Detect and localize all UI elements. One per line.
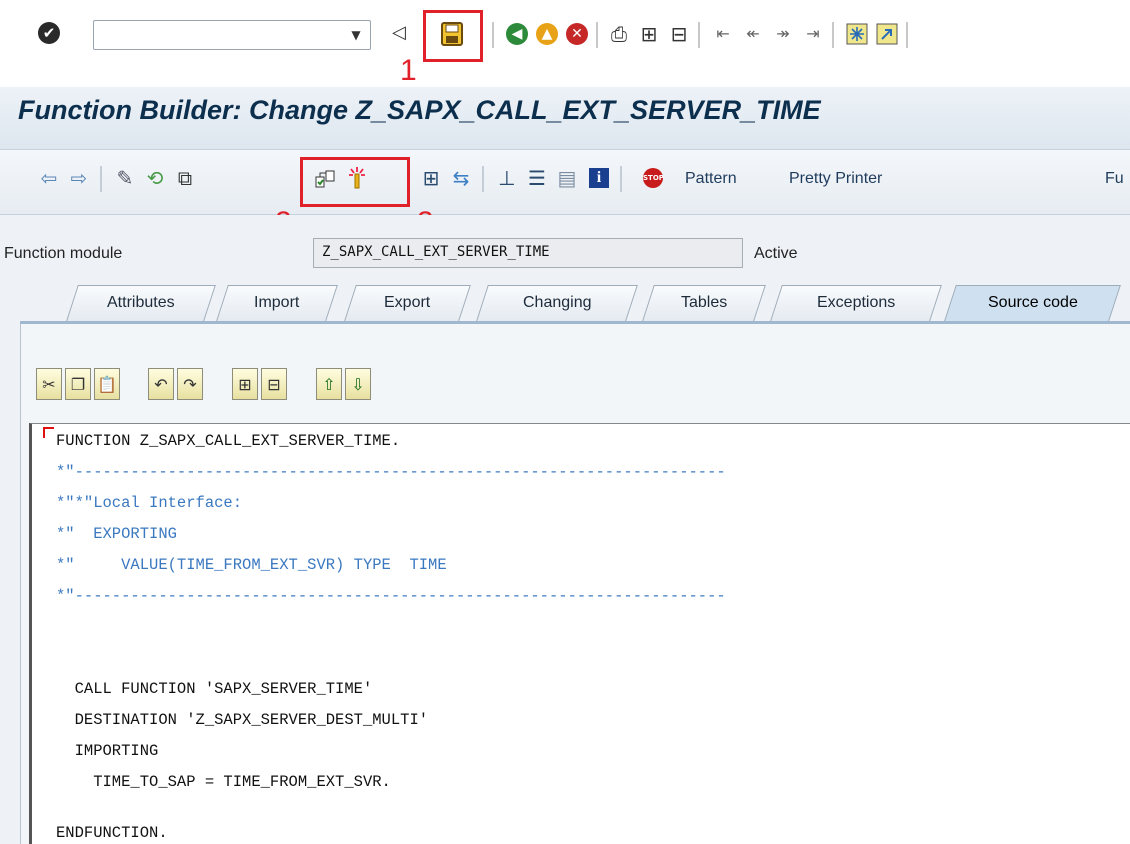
- display-change-icon[interactable]: ✎: [112, 163, 138, 193]
- code-line-4: *" EXPORTING: [56, 525, 177, 543]
- toolbar-separator: [482, 166, 484, 192]
- tab-source-code[interactable]: Source code: [944, 285, 1121, 321]
- toolbar-separator: [698, 22, 700, 48]
- breakpoint-stop-icon[interactable]: STOP: [640, 163, 666, 193]
- function-module-field[interactable]: Z_SAPX_CALL_EXT_SERVER_TIME: [313, 238, 743, 268]
- code-line-11: IMPORTING: [56, 742, 159, 760]
- back-nav-icon[interactable]: ◁: [392, 22, 406, 43]
- annotation-number-1: 1: [400, 54, 417, 87]
- navigation-window-icon[interactable]: ☰: [524, 163, 550, 193]
- find-next-icon[interactable]: ⊟: [666, 20, 692, 48]
- toolbar-separator: [906, 22, 908, 48]
- code-line-3: *"*"Local Interface:: [56, 494, 243, 512]
- code-line-2: *"--------------------------------------…: [56, 463, 726, 481]
- save-icon[interactable]: [439, 20, 465, 48]
- enter-check-icon[interactable]: ✔: [38, 22, 60, 44]
- command-field[interactable]: [93, 20, 371, 50]
- shortcut-icon[interactable]: [874, 20, 900, 48]
- forward-arrow-icon[interactable]: ⇨: [66, 163, 92, 193]
- print-icon[interactable]: ⎙: [606, 20, 632, 48]
- pattern-button[interactable]: Pattern: [685, 170, 737, 188]
- tab-export[interactable]: Export: [344, 285, 471, 321]
- find-icon[interactable]: ⊞: [636, 20, 662, 48]
- status-text: Active: [754, 245, 798, 262]
- code-line-10: DESTINATION 'Z_SAPX_SERVER_DEST_MULTI': [56, 711, 429, 729]
- active-inactive-icon[interactable]: ⟲: [142, 163, 168, 193]
- other-object-icon[interactable]: ⧉: [172, 163, 198, 193]
- toolbar-separator: [620, 166, 622, 192]
- tab-attributes[interactable]: Attributes: [66, 285, 216, 321]
- undo-icon[interactable]: ↶: [148, 368, 174, 400]
- truncated-toolbar-button[interactable]: Fu: [1105, 170, 1124, 188]
- pretty-printer-button[interactable]: Pretty Printer: [789, 170, 882, 188]
- back-icon[interactable]: ◀: [504, 20, 530, 48]
- next-page-icon[interactable]: ↠: [770, 20, 796, 48]
- where-used-icon[interactable]: ⇆: [448, 163, 474, 193]
- copy-icon[interactable]: ❐: [65, 368, 91, 400]
- tab-changing[interactable]: Changing: [476, 285, 638, 321]
- code-line-14: ENDFUNCTION.: [56, 824, 168, 842]
- page-title: Function Builder: Change Z_SAPX_CALL_EXT…: [18, 95, 821, 125]
- tab-exceptions[interactable]: Exceptions: [770, 285, 942, 321]
- upload-icon[interactable]: ⇧: [316, 368, 342, 400]
- toolbar-separator: [832, 22, 834, 48]
- function-documentation-icon[interactable]: ▤: [554, 163, 580, 193]
- download-icon[interactable]: ⇩: [345, 368, 371, 400]
- fold-marker-icon[interactable]: [43, 427, 54, 438]
- find-next-icon[interactable]: ⊟: [261, 368, 287, 400]
- object-list-icon[interactable]: ⊥: [494, 163, 520, 193]
- code-line-9: CALL FUNCTION 'SAPX_SERVER_TIME': [56, 680, 373, 698]
- redo-icon[interactable]: ↷: [177, 368, 203, 400]
- back-arrow-icon[interactable]: ⇦: [36, 163, 62, 193]
- chevron-down-icon[interactable]: ▼: [345, 24, 367, 46]
- code-line-5: *" VALUE(TIME_FROM_EXT_SVR) TYPE TIME: [56, 556, 447, 574]
- test-icon[interactable]: ⊞: [418, 163, 444, 193]
- create-session-icon[interactable]: [844, 20, 870, 48]
- previous-page-icon[interactable]: ↞: [740, 20, 766, 48]
- paste-icon[interactable]: 📋: [94, 368, 120, 400]
- code-line-12: TIME_TO_SAP = TIME_FROM_EXT_SVR.: [56, 773, 391, 791]
- code-line-6: *"--------------------------------------…: [56, 587, 726, 605]
- toolbar-separator: [100, 166, 102, 192]
- find-icon[interactable]: ⊞: [232, 368, 258, 400]
- check-icon[interactable]: [312, 163, 338, 193]
- tab-tables[interactable]: Tables: [642, 285, 766, 321]
- last-page-icon[interactable]: ⇥: [800, 20, 826, 48]
- activate-icon[interactable]: [344, 163, 370, 193]
- first-page-icon[interactable]: ⇤: [710, 20, 736, 48]
- tab-import[interactable]: Import: [216, 285, 338, 321]
- toolbar-separator: [492, 22, 494, 48]
- code-line-1: FUNCTION Z_SAPX_CALL_EXT_SERVER_TIME.: [56, 432, 401, 450]
- function-module-label: Function module: [4, 245, 123, 262]
- cancel-icon[interactable]: ✕: [564, 20, 590, 48]
- cut-icon[interactable]: ✂: [36, 368, 62, 400]
- exit-icon[interactable]: ▲: [534, 20, 560, 48]
- toolbar-separator: [596, 22, 598, 48]
- info-icon[interactable]: i: [586, 163, 612, 193]
